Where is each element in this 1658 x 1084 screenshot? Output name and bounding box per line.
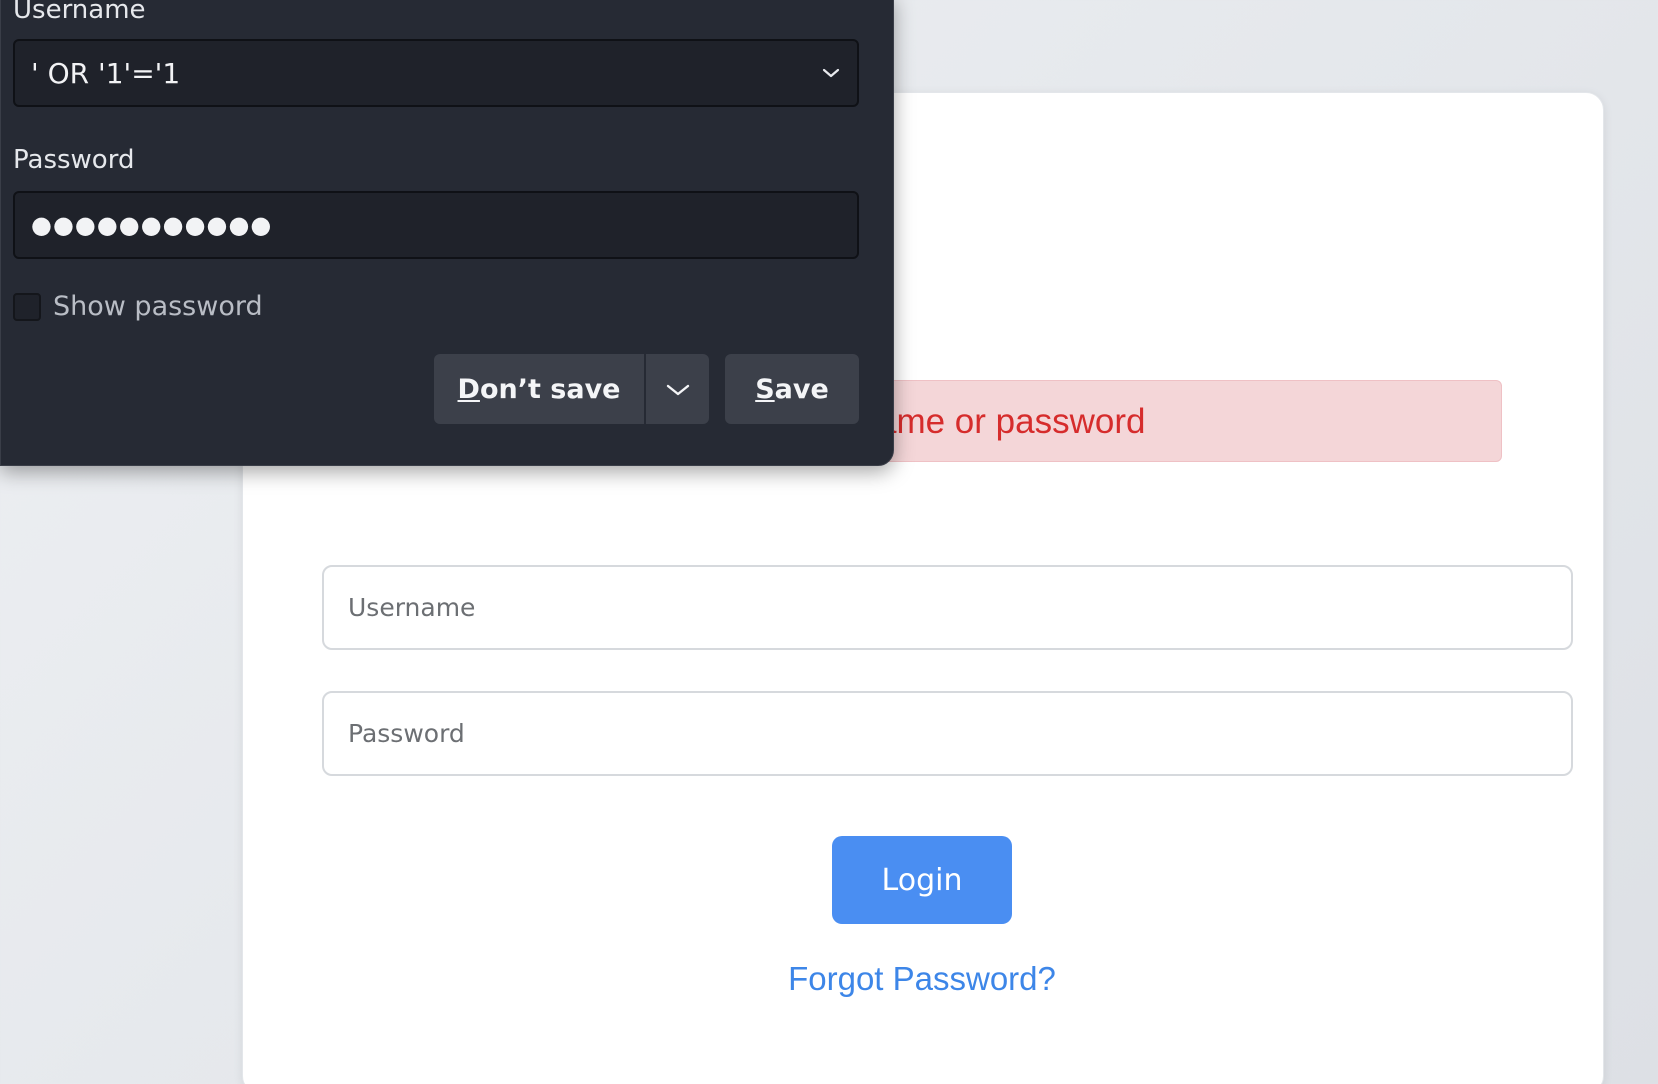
dont-save-button[interactable]: Don’t save: [434, 354, 644, 424]
login-button[interactable]: Login: [832, 836, 1012, 924]
popup-username-label: Username: [13, 0, 146, 25]
show-password-row[interactable]: Show password: [13, 291, 263, 322]
username-input[interactable]: [322, 565, 1573, 650]
dont-save-label: Don’t save: [457, 373, 621, 405]
password-input[interactable]: [322, 691, 1573, 776]
save-button[interactable]: Save: [725, 354, 859, 424]
save-label: Save: [755, 373, 829, 405]
save-password-popup: Username ' OR '1'='1 Password ●●●●●●●●●●…: [0, 0, 894, 466]
popup-password-field[interactable]: ●●●●●●●●●●●: [13, 191, 859, 259]
popup-username-field[interactable]: ' OR '1'='1: [13, 39, 859, 107]
show-password-checkbox[interactable]: [13, 292, 41, 321]
show-password-label[interactable]: Show password: [53, 291, 263, 322]
popup-username-value: ' OR '1'='1: [31, 56, 181, 90]
popup-password-value: ●●●●●●●●●●●: [31, 211, 273, 239]
chevron-down-icon[interactable]: [821, 63, 841, 83]
chevron-down-icon: [665, 374, 691, 405]
forgot-password-link[interactable]: Forgot Password?: [0, 960, 1658, 998]
more-options-button[interactable]: [646, 354, 709, 424]
popup-password-label: Password: [13, 145, 135, 175]
